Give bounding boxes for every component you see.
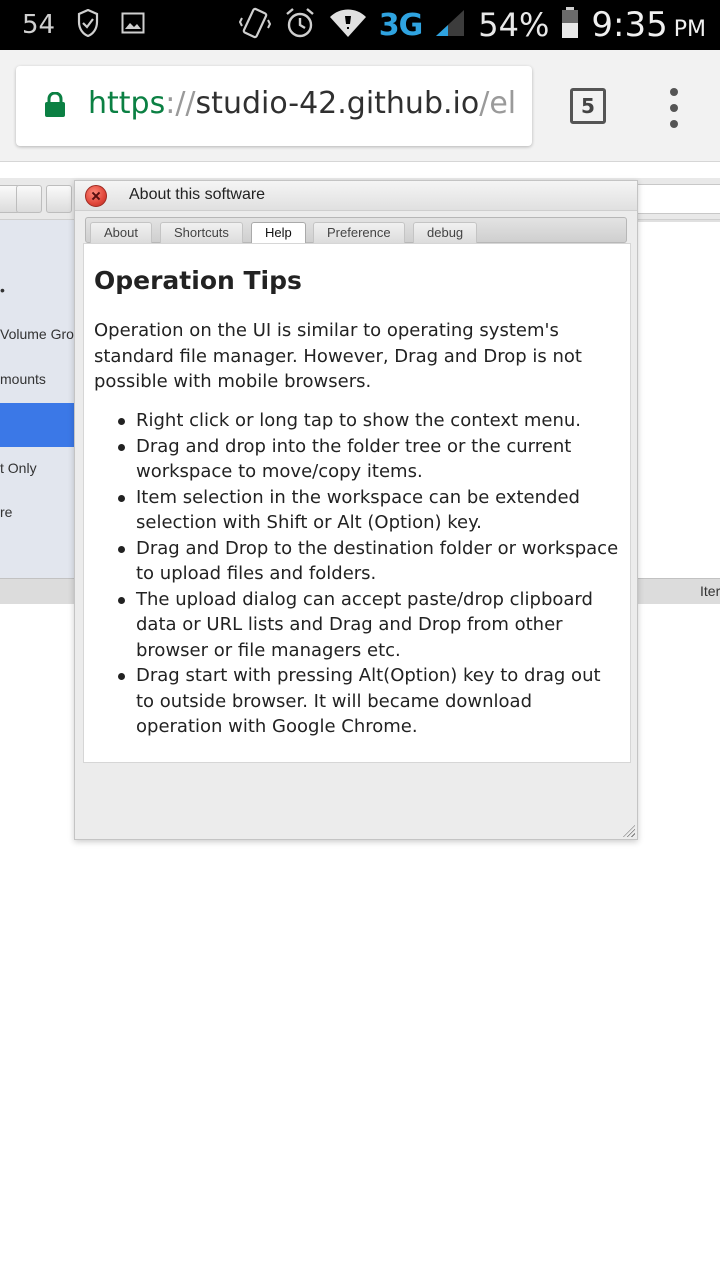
tree-item-selected[interactable] bbox=[0, 403, 75, 447]
copy-icon[interactable] bbox=[16, 185, 42, 213]
url-path: /el bbox=[479, 86, 517, 121]
list-item: Drag and drop into the folder tree or th… bbox=[94, 434, 624, 485]
signal-icon bbox=[434, 8, 466, 42]
list-item: Item selection in the workspace can be e… bbox=[94, 485, 624, 536]
help-intro: Operation on the UI is similar to operat… bbox=[94, 320, 582, 392]
tab-shortcuts[interactable]: Shortcuts bbox=[160, 222, 243, 243]
image-icon bbox=[121, 12, 145, 38]
tab-debug[interactable]: debug bbox=[413, 222, 478, 243]
list-item: Drag and Drop to the destination folder … bbox=[94, 536, 624, 587]
list-item: The upload dialog can accept paste/drop … bbox=[94, 587, 624, 664]
address-bar[interactable]: https://studio-42.github.io/el bbox=[16, 66, 532, 146]
tab-help[interactable]: Help bbox=[251, 222, 306, 243]
tree-item[interactable]: t Only bbox=[0, 454, 75, 482]
tree-item[interactable]: re bbox=[0, 498, 75, 526]
tab-preference[interactable]: Preference bbox=[313, 222, 405, 243]
help-content: Operation Tips Operation on the UI is si… bbox=[83, 243, 631, 763]
browser-toolbar: https://studio-42.github.io/el 5 bbox=[0, 50, 720, 162]
url-separator: :// bbox=[165, 86, 196, 121]
list-item: Right click or long tap to show the cont… bbox=[94, 408, 624, 434]
tab-about[interactable]: About bbox=[90, 222, 152, 243]
lock-icon bbox=[45, 92, 65, 117]
url-host: studio-42.github.io bbox=[195, 86, 480, 121]
folder-tree: • Volume Grou mounts t Only re bbox=[0, 220, 75, 578]
tree-marker: • bbox=[0, 282, 5, 298]
help-heading: Operation Tips bbox=[94, 266, 302, 295]
tips-list: Right click or long tap to show the cont… bbox=[94, 408, 624, 740]
close-icon[interactable] bbox=[85, 185, 107, 207]
battery-level: 54% bbox=[478, 6, 550, 44]
vibrate-icon bbox=[238, 6, 271, 44]
tab-switcher-button[interactable]: 5 bbox=[570, 88, 606, 124]
search-input[interactable] bbox=[636, 184, 720, 214]
dialog-titlebar[interactable]: About this software bbox=[75, 181, 637, 211]
notification-count: 54 bbox=[22, 10, 56, 40]
save-icon[interactable] bbox=[46, 185, 72, 213]
dialog-title: About this software bbox=[129, 186, 266, 203]
shield-check-icon bbox=[77, 8, 99, 41]
battery-icon bbox=[561, 7, 579, 43]
tree-item[interactable]: Volume Grou bbox=[0, 320, 75, 348]
resize-grip-icon[interactable] bbox=[623, 825, 635, 837]
url-text[interactable]: https://studio-42.github.io/el bbox=[88, 86, 516, 121]
about-dialog: About this software About Shortcuts Help… bbox=[74, 180, 638, 840]
list-item: Drag start with pressing Alt(Option) key… bbox=[94, 663, 624, 740]
overflow-menu-icon[interactable] bbox=[660, 88, 688, 128]
clock-time: 9:35 bbox=[591, 5, 668, 45]
status-bar: 54 3G 54% 9:35 PM bbox=[0, 0, 720, 50]
alarm-icon bbox=[283, 6, 317, 44]
network-type: 3G bbox=[378, 7, 423, 43]
url-scheme: https bbox=[88, 86, 166, 121]
status-text: Iter bbox=[700, 583, 720, 599]
dialog-tabs: About Shortcuts Help Preference debug bbox=[85, 217, 627, 243]
workspace[interactable] bbox=[636, 220, 720, 578]
clock-ampm: PM bbox=[673, 16, 706, 42]
wifi-icon bbox=[329, 8, 367, 42]
tree-item[interactable]: mounts bbox=[0, 365, 75, 393]
